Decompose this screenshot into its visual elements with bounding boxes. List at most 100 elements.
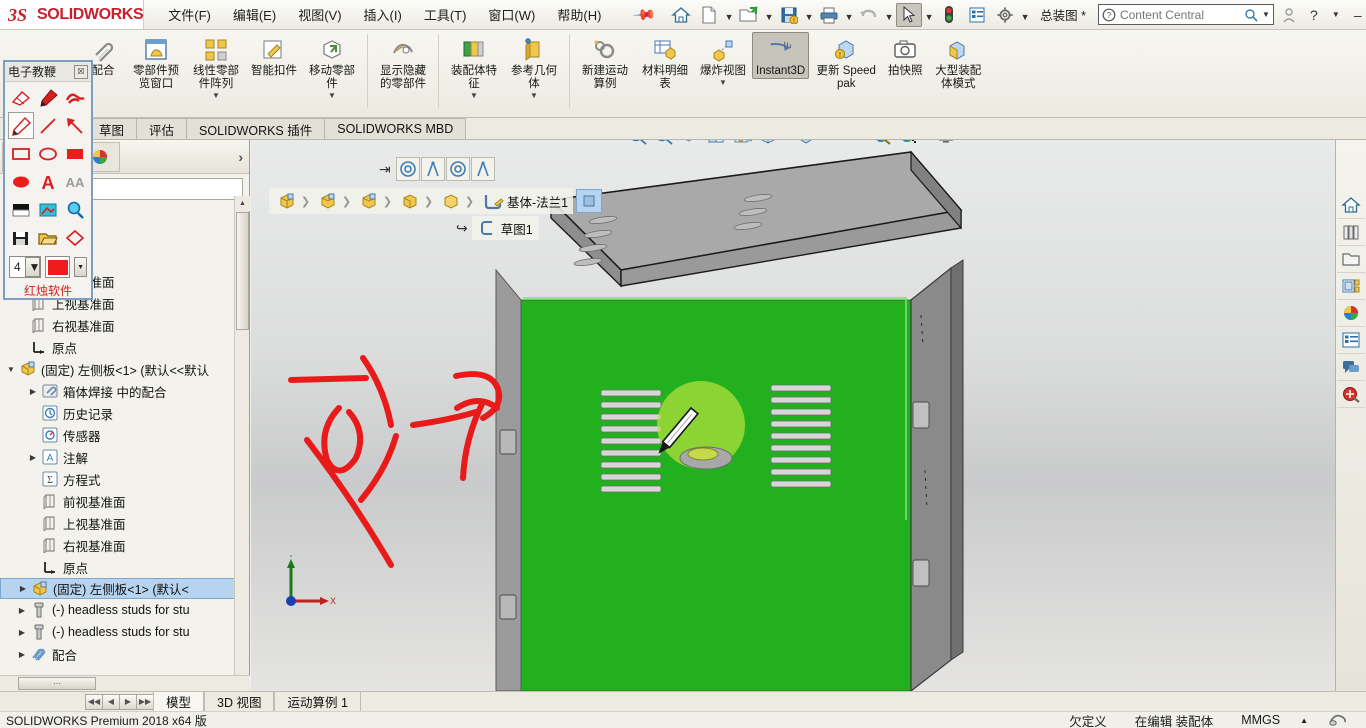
ctx-mate-tool-2-button[interactable] <box>470 157 495 181</box>
move-component-button[interactable]: 移动零部件 ▼ <box>303 32 361 101</box>
ctx-concentric-mate-button[interactable] <box>395 157 420 181</box>
tree-item[interactable]: ▶ A 注解 <box>0 446 235 468</box>
pencil-tool[interactable] <box>8 112 34 139</box>
search-icon[interactable] <box>1244 8 1258 22</box>
face-chip[interactable] <box>576 189 603 213</box>
tab-next-button[interactable]: ▶ <box>119 693 137 710</box>
breadcrumb-feature[interactable]: 基体-法兰1 <box>474 188 574 214</box>
tab-prev-button[interactable]: ◀ <box>102 693 120 710</box>
diamond-tool[interactable] <box>62 224 88 251</box>
filled-ellipse-tool[interactable] <box>8 168 34 195</box>
open-document-button[interactable] <box>736 3 762 27</box>
expand-arrow-icon[interactable]: ▶ <box>16 584 30 593</box>
new-document-button[interactable] <box>696 3 722 27</box>
bill-of-materials-button[interactable]: 材料明细表 <box>636 32 694 92</box>
menu-file[interactable]: 文件(F) <box>166 2 213 27</box>
breadcrumb-assembly[interactable] <box>269 188 302 214</box>
tree-item[interactable]: ▶ (-) headless studs for stu <box>0 621 235 643</box>
task-pane-view-palette-button[interactable] <box>1337 273 1365 300</box>
select-caret[interactable]: ▼ <box>924 3 934 27</box>
hscroll-thumb[interactable]: ⋯ <box>18 677 96 690</box>
rebuild-button[interactable] <box>936 3 962 27</box>
user-account-icon[interactable] <box>1282 7 1296 23</box>
tree-item[interactable]: 右视基准面 <box>0 314 235 336</box>
expand-arrow-icon[interactable]: ▶ <box>15 650 29 659</box>
bottom-tab-motion-study[interactable]: 运动算例 1 <box>274 692 361 711</box>
tree-item[interactable]: 上视基准面 <box>0 512 235 534</box>
menu-edit[interactable]: 编辑(E) <box>231 2 278 27</box>
ctx-mate-tool-button[interactable] <box>420 157 445 181</box>
graphics-viewport[interactable]: A ▼ ▼ <box>251 140 1335 691</box>
print-caret[interactable]: ▼ <box>844 3 854 27</box>
pin-icon[interactable]: 📌 <box>632 2 658 28</box>
expand-arrow-icon[interactable]: ▶ <box>15 606 29 615</box>
new-motion-study-button[interactable]: 新建运动算例 <box>576 32 634 92</box>
tree-item[interactable]: ▶ (-) headless studs for stu <box>0 599 235 621</box>
curtain-tool[interactable] <box>8 196 34 223</box>
menu-view[interactable]: 视图(V) <box>296 2 343 27</box>
task-pane-custom-properties-button[interactable] <box>1337 327 1365 354</box>
annotation-palette-window[interactable]: 电子教鞭 ☒ A AA 4 ▼ ▼ 红烛软件 <box>3 60 93 300</box>
tree-item[interactable]: ▶ 箱体焊接 中的配合 <box>0 380 235 402</box>
expand-arrow-icon[interactable]: ▶ <box>26 453 40 462</box>
content-central-search[interactable]: ? ▼ <box>1097 4 1274 25</box>
palette-close-button[interactable]: ☒ <box>74 64 88 79</box>
cabinet-3d-model[interactable] <box>251 140 1335 691</box>
breadcrumb-subassembly-1[interactable] <box>310 188 343 214</box>
eraser-tool[interactable] <box>8 84 34 111</box>
filled-rectangle-tool[interactable] <box>62 140 88 167</box>
feature-tree-hscrollbar[interactable]: ⋯ <box>0 675 250 691</box>
options-display-button[interactable] <box>964 3 990 27</box>
breadcrumb-subassembly-2[interactable] <box>351 188 384 214</box>
instant3d-button[interactable]: Instant3D <box>752 32 810 79</box>
tab-sketch[interactable]: 草图 <box>86 118 138 139</box>
tree-item[interactable]: 原点 <box>0 336 235 358</box>
tree-item[interactable]: 传感器 <box>0 424 235 446</box>
scroll-thumb[interactable] <box>236 212 249 330</box>
line-width-dropdown[interactable]: ▼ <box>24 257 40 277</box>
tree-item[interactable]: 原点 <box>0 556 235 578</box>
task-pane-forum-button[interactable] <box>1337 354 1365 381</box>
breadcrumb-body[interactable] <box>433 188 466 214</box>
ctx-concentric-mate-2-button[interactable] <box>445 157 470 181</box>
minimize-button[interactable]: – <box>1350 7 1366 23</box>
save-button[interactable]: ! <box>776 3 802 27</box>
open-tool[interactable] <box>35 224 61 251</box>
breadcrumb-part[interactable] <box>392 188 425 214</box>
task-pane-design-library-button[interactable] <box>1337 219 1365 246</box>
move-component-caret[interactable]: ▼ <box>328 92 336 100</box>
tree-item[interactable]: ▼ (固定) 左侧板<1> (默认<<默认 <box>0 358 235 380</box>
line-tool[interactable] <box>35 112 61 139</box>
bottom-tab-3d-views[interactable]: 3D 视图 <box>204 692 275 711</box>
line-width-field[interactable]: 4 ▼ <box>9 256 41 278</box>
breadcrumb-sketch-item[interactable]: 草图1 <box>471 216 539 240</box>
search-input[interactable] <box>1119 7 1240 22</box>
clear-all-tool[interactable] <box>62 84 88 111</box>
take-snapshot-button[interactable]: 拍快照 <box>883 32 927 79</box>
exploded-view-caret[interactable]: ▼ <box>719 79 727 87</box>
tab-solidworks-mbd[interactable]: SOLIDWORKS MBD <box>324 118 467 139</box>
tab-last-button[interactable]: ▶▶ <box>136 693 154 710</box>
task-pane-appearances-button[interactable] <box>1337 300 1365 327</box>
text-size-tool[interactable]: AA <box>62 168 88 195</box>
status-units-caret[interactable]: ▲ <box>1294 716 1314 725</box>
open-document-caret[interactable]: ▼ <box>764 3 774 27</box>
rectangle-tool[interactable] <box>8 140 34 167</box>
save-tool[interactable] <box>8 224 34 251</box>
color-swatch-button[interactable] <box>44 256 71 278</box>
expand-panel-chevron-icon[interactable]: › <box>238 149 243 165</box>
smart-fasteners-button[interactable]: 智能扣件 <box>247 32 301 79</box>
bottom-tab-model[interactable]: 模型 <box>153 692 205 711</box>
tree-item[interactable]: 历史记录 <box>0 402 235 424</box>
status-units[interactable]: MMGS <box>1227 713 1294 727</box>
select-button[interactable] <box>896 2 923 27</box>
task-pane-pdm-button[interactable] <box>1337 381 1365 408</box>
tree-item[interactable]: 前视基准面 <box>0 490 235 512</box>
menu-insert[interactable]: 插入(I) <box>362 2 404 27</box>
options-button[interactable] <box>992 3 1018 27</box>
tree-item[interactable]: ▶ 配合 <box>0 643 235 665</box>
feature-tree-scrollbar[interactable]: ▲ ▼ <box>234 196 250 691</box>
mouse-gesture-icon[interactable] <box>1314 712 1360 728</box>
update-speedpak-button[interactable]: ! 更新 Speedpak <box>811 32 881 92</box>
color-dropdown[interactable]: ▼ <box>74 257 87 277</box>
